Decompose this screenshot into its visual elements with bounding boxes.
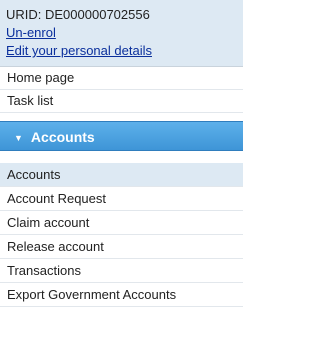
user-info-panel: URID: DE000000702556 Un-enrol Edit your … (0, 0, 243, 66)
sidebar: URID: DE000000702556 Un-enrol Edit your … (0, 0, 243, 307)
unenrol-link[interactable]: Un-enrol (6, 24, 237, 42)
accounts-section-label: Accounts (30, 129, 95, 145)
triangle-down-icon: ▼ (14, 133, 23, 143)
accounts-section-header[interactable]: ▼ Accounts (0, 121, 243, 151)
submenu-item-transactions[interactable]: Transactions (0, 259, 243, 283)
main-nav: Home page Task list (0, 66, 243, 113)
submenu-item-claim-account[interactable]: Claim account (0, 211, 243, 235)
nav-item-task-list[interactable]: Task list (0, 90, 243, 113)
edit-personal-details-link[interactable]: Edit your personal details (6, 42, 237, 60)
submenu-item-accounts[interactable]: Accounts (0, 163, 243, 187)
urid-label: URID: DE000000702556 (6, 7, 150, 22)
submenu-item-export-government-accounts[interactable]: Export Government Accounts (0, 283, 243, 307)
accounts-submenu: Accounts Account Request Claim account R… (0, 163, 243, 307)
submenu-item-account-request[interactable]: Account Request (0, 187, 243, 211)
submenu-item-release-account[interactable]: Release account (0, 235, 243, 259)
nav-item-home-page[interactable]: Home page (0, 67, 243, 90)
section-spacer (0, 151, 243, 163)
